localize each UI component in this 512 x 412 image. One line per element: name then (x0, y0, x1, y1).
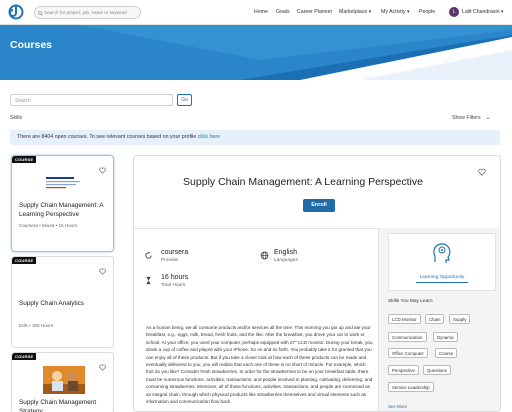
heart-icon[interactable] (99, 268, 106, 275)
skill-chip[interactable]: LCD Monitor (388, 314, 421, 324)
hours-value: 16 hours (161, 274, 189, 281)
search-icon (38, 10, 43, 16)
show-filters-toggle[interactable]: Show Filters ⌄ (452, 115, 491, 121)
hours-label: Total Hours (161, 283, 186, 288)
skill-chip[interactable]: Communication (388, 332, 427, 342)
skills-heading: Skills You May Learn (388, 299, 433, 304)
show-filters-label: Show Filters (452, 115, 481, 121)
top-navigation: Search for project, job, name or keyword… (0, 0, 512, 25)
skill-chip[interactable]: Dynamic (433, 332, 459, 342)
course-card[interactable]: COURSE Supply Chain Analytics EdX • 180 … (11, 256, 114, 348)
skill-chip[interactable]: Service Leadership (388, 382, 434, 392)
course-title[interactable]: Supply Chain Management: A Learning Pers… (19, 201, 111, 219)
global-search-input[interactable]: Search for project, job, name or keyword (34, 6, 141, 19)
course-badge: COURSE (12, 353, 37, 360)
nav-marketplace[interactable]: Marketplace ▾ (339, 9, 371, 15)
info-text: There are 8404 open courses. To see rele… (17, 134, 197, 140)
global-search-placeholder: Search for project, job, name or keyword (44, 10, 127, 15)
provider-value: coursera (161, 249, 189, 256)
heart-icon[interactable] (99, 364, 106, 371)
course-thumbnail (43, 366, 85, 394)
go-button[interactable]: Go (177, 94, 192, 106)
learning-opportunity-card: Learning Opportunity (388, 233, 496, 291)
course-badge: COURSE (12, 156, 37, 163)
heart-icon[interactable] (99, 167, 106, 174)
course-search-input[interactable]: Search (10, 94, 173, 106)
click-here-link[interactable]: click here (198, 134, 220, 140)
course-badge: COURSE (12, 257, 37, 264)
nav-my-activity[interactable]: My Activity ▾ (381, 9, 410, 15)
skills-sidebar: Learning Opportunity Skills You May Lear… (378, 228, 500, 411)
skill-chip[interactable]: Chain (425, 314, 445, 324)
nav-people[interactable]: People (419, 9, 435, 15)
learning-opportunity-label: Learning Opportunity (419, 275, 465, 280)
course-description: As a human being, we all consume product… (146, 325, 373, 405)
skills-filter-label[interactable]: Skills (10, 115, 22, 121)
skill-chip[interactable]: Perspective (388, 365, 419, 375)
user-name: Lalit Chandrasiri (462, 9, 500, 15)
detail-title: Supply Chain Management: A Learning Pers… (183, 176, 423, 188)
heart-icon[interactable] (478, 168, 486, 176)
page-title: Courses (10, 39, 53, 51)
course-card[interactable]: COURSE Supply Chain Management: A Learni… (11, 155, 114, 252)
hourglass-icon (146, 276, 151, 285)
globe-icon (260, 251, 269, 260)
nav-home[interactable]: Home (254, 9, 268, 15)
avatar[interactable]: L (449, 7, 459, 17)
course-card[interactable]: COURSE Supply Chain Management Strategy (11, 352, 114, 412)
nav-career-planner[interactable]: Career Planner (297, 9, 332, 15)
divider (134, 228, 378, 229)
banner-graphic (0, 25, 512, 80)
enroll-button[interactable]: Enroll (303, 199, 335, 212)
course-thumbnail (43, 173, 83, 193)
provider-label: Provider (161, 258, 179, 263)
language-label: Languages (274, 258, 298, 263)
chevron-down-icon: ⌄ (484, 115, 491, 121)
refresh-icon (145, 251, 152, 259)
skill-chip[interactable]: Questions (423, 365, 451, 375)
course-meta: Coursera • Mixed • 16 Hours (19, 223, 78, 228)
skill-chip[interactable]: Course (435, 348, 458, 358)
skill-chip[interactable]: Supply (449, 314, 471, 324)
user-menu[interactable]: Lalit Chandrasiri ▾ (462, 9, 504, 15)
page-banner (0, 25, 512, 80)
skill-chip[interactable]: Office Computer (388, 348, 428, 358)
course-title[interactable]: Supply Chain Management Strategy (19, 398, 111, 412)
nav-marketplace-label: Marketplace (339, 9, 368, 15)
brain-head-icon (433, 243, 451, 263)
info-banner: There are 8404 open courses. To see rele… (10, 130, 500, 145)
see-more-link[interactable]: See More (388, 404, 407, 409)
course-title[interactable]: Supply Chain Analytics (19, 299, 111, 308)
opportunity-underline (416, 282, 468, 283)
course-detail-panel: Supply Chain Management: A Learning Pers… (133, 155, 501, 412)
language-value: English (274, 249, 297, 256)
course-meta: EdX • 180 Hours (19, 323, 54, 328)
nav-my-activity-label: My Activity (381, 9, 406, 15)
app-logo-icon[interactable] (8, 4, 24, 20)
nav-goals[interactable]: Goals (276, 9, 290, 15)
